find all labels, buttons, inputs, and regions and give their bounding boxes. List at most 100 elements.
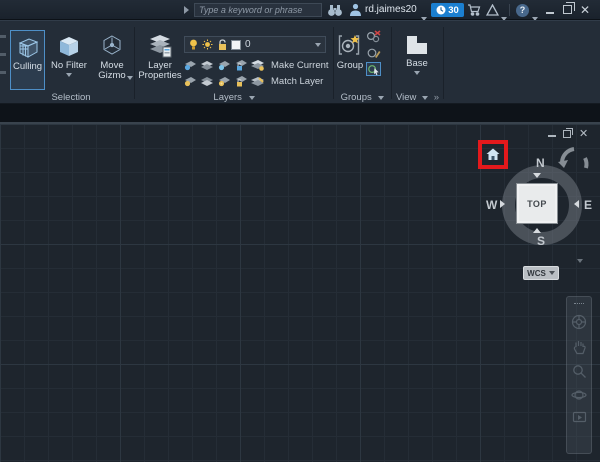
move-gizmo-caret-icon[interactable] [127,76,133,80]
titlebar-separator [509,4,510,16]
layer-unisolate-tool-icon[interactable] [199,74,214,88]
navigation-bar[interactable] [566,296,592,454]
navbar-grip[interactable] [574,303,584,305]
match-layer-label[interactable]: Match Layer [271,76,323,87]
group-tools-column [366,30,381,76]
group-icon [338,33,362,59]
home-highlight-box [478,140,508,169]
viewcube-north-arrow-icon[interactable] [533,173,541,178]
search-expand-icon[interactable] [184,6,189,14]
wcs-label: WCS [527,269,546,278]
showmotion-tool-icon[interactable] [572,411,587,424]
wcs-caret-icon [549,271,555,275]
current-layer-name: 0 [245,39,311,50]
app-alert-icon[interactable] [486,4,499,16]
layer-tools-row-1: Make Current [182,58,329,72]
make-current-label[interactable]: Make Current [271,60,329,71]
search-binoculars-icon[interactable] [327,3,343,17]
selection-panel-label[interactable]: Selection [8,92,134,103]
view-panel-label[interactable]: View » [392,92,443,103]
group-edit-icon[interactable] [366,46,381,60]
layer-dropdown-caret-icon[interactable] [315,43,321,47]
layer-unlock-icon[interactable] [217,39,227,51]
move-gizmo-button[interactable]: MoveGizmo [92,30,132,90]
viewport-minimize-button[interactable] [548,135,556,137]
group-button[interactable]: Group [335,30,365,90]
window-minimize-button[interactable] [546,12,554,14]
viewcube-west-arrow-icon[interactable] [500,200,505,208]
layer-on-bulb-icon[interactable] [189,39,198,51]
layers-panel: LayerProperties 0 [136,21,332,105]
user-icon [349,3,362,17]
help-icon[interactable]: ? [516,4,529,17]
clock-icon [436,5,446,15]
panel-separator [134,27,135,99]
signed-in-username[interactable]: rd.jaimes20 [365,4,417,15]
layer-properties-button[interactable]: LayerProperties [138,30,182,90]
viewcube-west[interactable]: W [486,198,497,212]
viewcube-rotate-arrows-icon[interactable] [556,144,592,178]
viewcube-south[interactable]: S [537,234,545,248]
no-filter-caret-icon[interactable] [66,73,72,77]
ungroup-icon[interactable] [366,30,381,44]
drawing-canvas[interactable]: ✕ N S W E TOP WCS [0,124,600,462]
viewcube-menu-caret-icon[interactable] [577,250,583,268]
layer-isolate-tool-icon[interactable] [199,58,214,72]
cart-icon[interactable] [467,4,481,16]
viewcube-south-arrow-icon[interactable] [533,228,541,233]
base-button[interactable]: Base [398,30,436,90]
pan-tool-icon[interactable] [572,339,587,355]
layer-on-tool-icon[interactable] [182,74,197,88]
selection-panel: Culling No Filter MoveGizmo Selection [8,21,134,105]
clipped-panel-icon [0,53,6,56]
groups-panel-expand-icon[interactable] [378,96,384,100]
layers-panel-label[interactable]: Layers [136,92,332,103]
culling-button[interactable]: Culling [10,30,45,90]
no-filter-button[interactable]: No Filter [48,30,90,90]
viewcube-east[interactable]: E [584,198,592,212]
layer-tools-row-2: Match Layer [182,74,323,88]
layer-thaw-sun-icon[interactable] [202,39,213,50]
layer-color-swatch[interactable] [231,40,241,50]
move-gizmo-icon [99,33,125,59]
view-panel-expand-icon[interactable] [422,96,428,100]
layer-properties-icon [146,33,174,59]
group-selection-toggle-icon[interactable] [366,62,381,76]
culling-label: Culling [13,62,42,72]
layer-thaw-tool-icon[interactable] [216,74,231,88]
groups-panel-label[interactable]: Groups [335,92,390,103]
full-navigation-wheel-icon[interactable] [571,314,587,330]
search-input[interactable] [194,3,322,17]
base-label: Base [406,59,428,69]
match-layer-icon[interactable] [250,74,265,88]
viewcube-north[interactable]: N [536,156,545,170]
no-filter-label: No Filter [51,61,87,71]
layer-dropdown[interactable]: 0 [184,36,326,53]
viewcube-east-arrow-icon[interactable] [574,200,579,208]
layer-unlock-tool-icon[interactable] [233,74,248,88]
make-current-icon[interactable] [250,58,265,72]
layer-freeze-tool-icon[interactable] [216,58,231,72]
layers-panel-expand-icon[interactable] [249,96,255,100]
window-restore-button[interactable] [563,5,572,14]
base-caret-icon[interactable] [414,71,420,75]
title-bar: rd.jaimes20 30 ? ✕ [0,0,600,20]
viewcube-top-face[interactable]: TOP [517,184,557,223]
trial-days-count: 30 [448,5,459,16]
orbit-tool-icon[interactable] [571,388,587,402]
viewcube-home-icon[interactable] [486,148,500,161]
view-panel: Base View » [392,21,443,105]
ribbon-canvas-gap [0,104,600,122]
viewport-close-button[interactable]: ✕ [579,127,588,140]
ribbon: Culling No Filter MoveGizmo Selection [0,20,600,104]
viewport-restore-button[interactable] [563,130,571,138]
window-close-button[interactable]: ✕ [580,3,590,17]
trial-days-badge[interactable]: 30 [431,3,464,17]
wcs-dropdown[interactable]: WCS [523,266,559,280]
ribbon-overflow-button[interactable]: » [434,92,439,103]
culling-cube-icon [15,34,41,60]
autocad-window: rd.jaimes20 30 ? ✕ [0,0,600,462]
zoom-tool-icon[interactable] [572,364,587,379]
layer-lock-tool-icon[interactable] [233,58,248,72]
layer-off-tool-icon[interactable] [182,58,197,72]
